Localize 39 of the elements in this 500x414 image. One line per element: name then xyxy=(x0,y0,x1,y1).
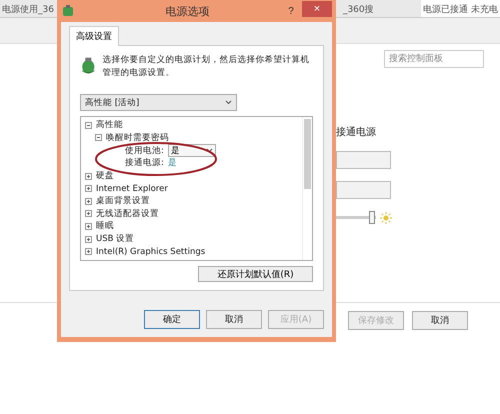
dialog-button[interactable]: 取消 xyxy=(206,310,262,329)
expand-icon[interactable] xyxy=(85,222,92,230)
caret-icon xyxy=(206,148,213,154)
description-text: 选择你要自定义的电源计划，然后选择你希望计算机管理的电源设置。 xyxy=(102,54,311,80)
tree-item[interactable]: 无线适配器设置 xyxy=(85,208,298,220)
collapse-icon[interactable] xyxy=(95,134,102,142)
tree-item[interactable]: 硬盘 xyxy=(85,170,298,182)
restore-defaults-button[interactable]: 还原计划默认值(R) xyxy=(198,266,313,282)
expand-icon[interactable] xyxy=(85,172,92,180)
search-field[interactable]: 搜索控制面板 xyxy=(384,50,484,68)
setting-label: 使用电池: xyxy=(125,144,164,157)
sun-icon xyxy=(380,212,392,224)
expand-icon[interactable] xyxy=(85,248,92,256)
expand-icon[interactable] xyxy=(85,198,92,205)
setting-label: 接通电源: xyxy=(125,157,164,170)
collapse-icon[interactable] xyxy=(85,122,92,129)
scrollbar[interactable] xyxy=(302,117,312,260)
tree-item[interactable]: Intel(R) Graphics Settings xyxy=(85,245,298,258)
expand-icon[interactable] xyxy=(85,185,92,192)
column-label: 接通电源 xyxy=(336,126,377,139)
plan-dropdown[interactable]: 高性能 [活动] xyxy=(80,94,237,111)
tab[interactable]: 高级设置 xyxy=(69,26,119,46)
page-button[interactable]: 取消 xyxy=(412,311,468,330)
browser-tab[interactable]: 电源已接通 未充电 xyxy=(421,0,500,17)
tree-item[interactable]: Internet Explorer xyxy=(85,182,298,195)
tree-item[interactable]: 高性能 xyxy=(85,119,298,132)
tree-item[interactable]: 睡眠 xyxy=(85,220,298,233)
tree-item[interactable]: 唤醒时需要密码 xyxy=(85,132,298,144)
slider-thumb[interactable] xyxy=(369,211,375,224)
setting-value-link[interactable]: 是 xyxy=(168,157,177,170)
tree-item[interactable]: 桌面背景设置 xyxy=(85,194,298,208)
window-title: 电源选项 xyxy=(164,4,210,18)
expand-icon[interactable] xyxy=(85,210,92,218)
help-button[interactable]: ? xyxy=(280,2,302,20)
expand-icon[interactable] xyxy=(85,236,92,243)
tree-item[interactable]: USB 设置 xyxy=(85,232,298,246)
dialog-button[interactable]: 确定 xyxy=(144,310,200,329)
caret-icon xyxy=(225,100,232,105)
close-button[interactable]: × xyxy=(302,1,332,17)
